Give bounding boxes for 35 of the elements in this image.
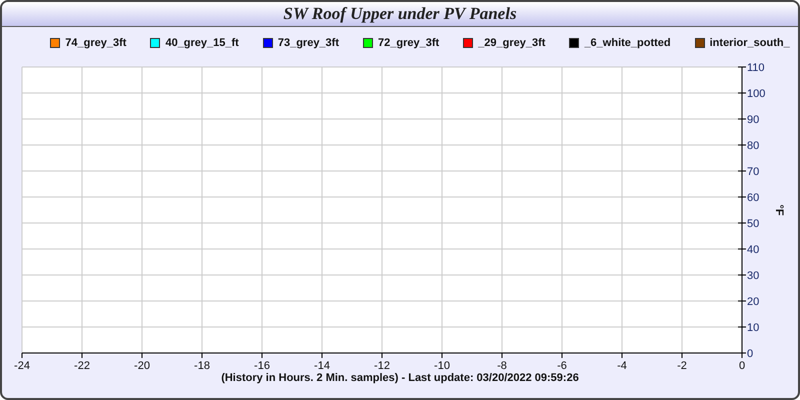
legend-label: 74_grey_3ft — [65, 37, 126, 49]
legend-label: 72_grey_3ft — [378, 37, 440, 49]
y-tick-label: 10 — [747, 322, 760, 334]
y-axis-label: °F — [773, 204, 785, 216]
y-tick-label: 90 — [747, 114, 760, 126]
chart-title: SW Roof Upper under PV Panels — [2, 2, 798, 27]
y-tick-label: 30 — [747, 270, 760, 282]
x-tick-label: -6 — [557, 360, 567, 372]
x-tick-label: -12 — [374, 360, 390, 372]
x-tick-label: -2 — [677, 360, 687, 372]
y-tick-label: 60 — [747, 192, 760, 204]
y-tick-label: 50 — [747, 218, 760, 230]
x-tick-label: -14 — [314, 360, 330, 372]
x-tick-label: -22 — [74, 360, 90, 372]
legend-label: interior_south_ — [710, 37, 790, 49]
legend-label: _29_grey_3ft — [478, 37, 546, 49]
legend-label: 73_grey_3ft — [278, 37, 339, 49]
legend-label: 40_grey_15_ft — [165, 37, 239, 49]
x-tick-label: -18 — [194, 360, 210, 372]
y-tick-label: 0 — [747, 348, 754, 360]
x-tick-label: -24 — [14, 360, 30, 372]
x-tick-label: -20 — [134, 360, 150, 372]
x-tick-label: 0 — [738, 360, 746, 372]
y-tick-label: 110 — [747, 62, 765, 74]
x-tick-label: -16 — [254, 360, 270, 372]
chart-footer: (History in Hours. 2 Min. samples) - Last update: 03/20/2022 09:59:26 — [2, 372, 798, 384]
y-tick-label: 70 — [747, 166, 760, 178]
y-tick-label: 80 — [747, 140, 760, 152]
x-tick-label: -4 — [617, 360, 627, 372]
x-tick-label: -10 — [434, 360, 450, 372]
y-tick-label: 40 — [747, 244, 760, 256]
x-tick-label: -8 — [497, 360, 507, 372]
y-tick-label: 100 — [747, 88, 766, 100]
legend-label: _6_white_potted — [584, 37, 671, 49]
y-tick-label: 20 — [747, 296, 760, 308]
